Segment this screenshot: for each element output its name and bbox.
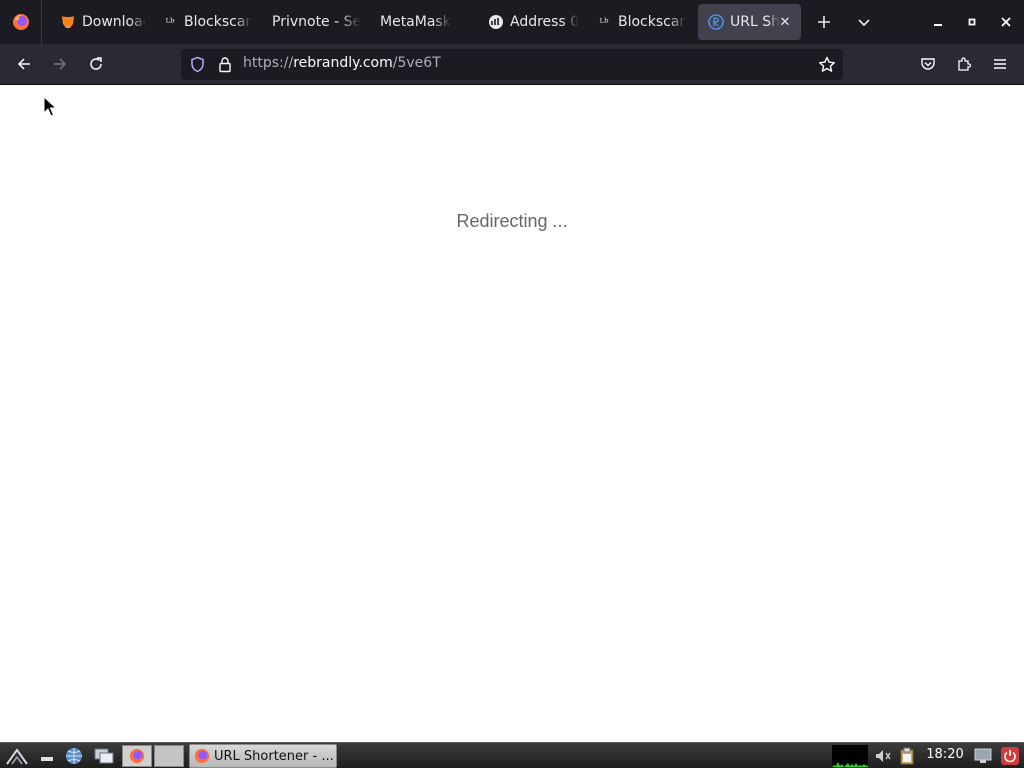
display-settings-button[interactable] <box>972 745 994 767</box>
url-path: /5ve6T <box>392 55 441 71</box>
monitor-icon <box>974 748 992 763</box>
arrow-left-icon <box>17 58 30 70</box>
volume-button[interactable] <box>872 745 894 767</box>
start-menu-button[interactable] <box>2 745 32 767</box>
navigation-toolbar: https://rebrandly.com/5ve6T <box>0 44 1024 85</box>
lock-icon[interactable] <box>217 56 233 73</box>
etherscan-icon <box>488 14 504 30</box>
firefox-icon <box>194 748 210 764</box>
reload-button[interactable] <box>84 52 108 76</box>
globe-icon <box>66 748 82 764</box>
power-icon <box>1001 747 1019 765</box>
taskbar: URL Shortener - ... 18:20 <box>0 742 1024 768</box>
metamask-fox-icon <box>60 14 76 30</box>
puzzle-icon <box>958 57 972 71</box>
extensions-button[interactable] <box>952 52 976 76</box>
tab-download[interactable]: Download <box>50 4 146 40</box>
clock[interactable]: 18:20 <box>920 747 970 762</box>
desktop-icon <box>41 757 53 761</box>
url-scheme: https:// <box>243 55 294 71</box>
firefox-launcher[interactable] <box>122 745 152 767</box>
url-host: rebrandly.com <box>293 55 393 71</box>
back-button[interactable] <box>12 52 36 76</box>
close-window-button[interactable] <box>996 12 1016 32</box>
pocket-button[interactable] <box>916 52 940 76</box>
tab-metamask[interactable]: MetaMask <box>370 4 470 40</box>
plus-icon <box>818 16 830 28</box>
blockscan-icon: ᴸᵇ <box>599 15 609 29</box>
redirect-message: Redirecting ... <box>456 211 568 231</box>
task-title: URL Shortener - ... <box>214 748 334 764</box>
rebrandly-icon <box>708 14 724 30</box>
minimize-button[interactable] <box>928 12 948 32</box>
blockscan-icon: ᴸᵇ <box>165 15 175 29</box>
tab-strip: Download ᴸᵇ Blockscan Privnote - Se Meta… <box>0 0 1024 44</box>
web-browser-launcher[interactable] <box>62 745 86 767</box>
power-button[interactable] <box>998 745 1022 767</box>
page-content: Redirecting ... <box>0 85 1024 742</box>
tab-label: Blockscan <box>618 14 686 30</box>
tab-label: MetaMask <box>380 14 451 30</box>
taskbar-task-firefox[interactable]: URL Shortener - ... <box>189 744 337 768</box>
bookmark-star-icon[interactable] <box>817 55 837 75</box>
tab-blockscan-1[interactable]: ᴸᵇ Blockscan <box>152 4 253 40</box>
reload-icon <box>90 57 102 70</box>
tab-label: URL Sho <box>730 14 780 30</box>
url-text[interactable]: https://rebrandly.com/5ve6T <box>243 55 441 71</box>
tab-blockscan-2[interactable]: ᴸᵇ Blockscan <box>586 4 687 40</box>
firefox-icon <box>12 14 29 30</box>
hamburger-menu-icon <box>994 59 1006 69</box>
clipboard-button[interactable] <box>896 745 918 767</box>
chevron-down-icon <box>858 19 870 27</box>
clipboard-icon <box>900 747 914 765</box>
start-menu-icon <box>6 748 28 765</box>
tab-label: Address 0 <box>510 14 580 30</box>
tab-label: Privnote - Se <box>272 14 362 30</box>
file-manager-launcher[interactable] <box>90 745 118 767</box>
firefox-view-button[interactable] <box>0 0 42 44</box>
list-all-tabs-button[interactable] <box>852 10 876 34</box>
app-menu-button[interactable] <box>988 52 1012 76</box>
maximize-button[interactable] <box>962 12 982 32</box>
arrow-right-icon <box>54 58 67 70</box>
new-tab-button[interactable] <box>812 10 836 34</box>
speaker-icon <box>876 750 891 762</box>
tracking-protection-shield-icon[interactable] <box>189 56 206 73</box>
minimize-icon <box>934 24 942 26</box>
close-icon <box>1001 17 1011 27</box>
tab-url-shortener[interactable]: URL Sho ✕ <box>698 4 801 40</box>
maximize-icon <box>968 18 976 26</box>
close-tab-icon[interactable]: ✕ <box>777 14 793 30</box>
tab-privnote[interactable]: Privnote - Se <box>262 4 362 40</box>
mouse-pointer-icon <box>43 96 58 117</box>
tab-label: Blockscan <box>184 14 252 30</box>
tab-address[interactable]: Address 0 <box>478 4 582 40</box>
show-desktop-button[interactable] <box>36 745 58 767</box>
forward-button[interactable] <box>48 52 72 76</box>
windows-icon <box>94 748 114 764</box>
cpu-monitor <box>832 745 868 767</box>
address-bar[interactable]: https://rebrandly.com/5ve6T <box>181 49 843 80</box>
pocket-icon <box>921 58 935 70</box>
tab-label: Download <box>82 14 146 30</box>
firefox-icon <box>129 748 145 764</box>
workspace-switcher[interactable] <box>154 745 184 767</box>
